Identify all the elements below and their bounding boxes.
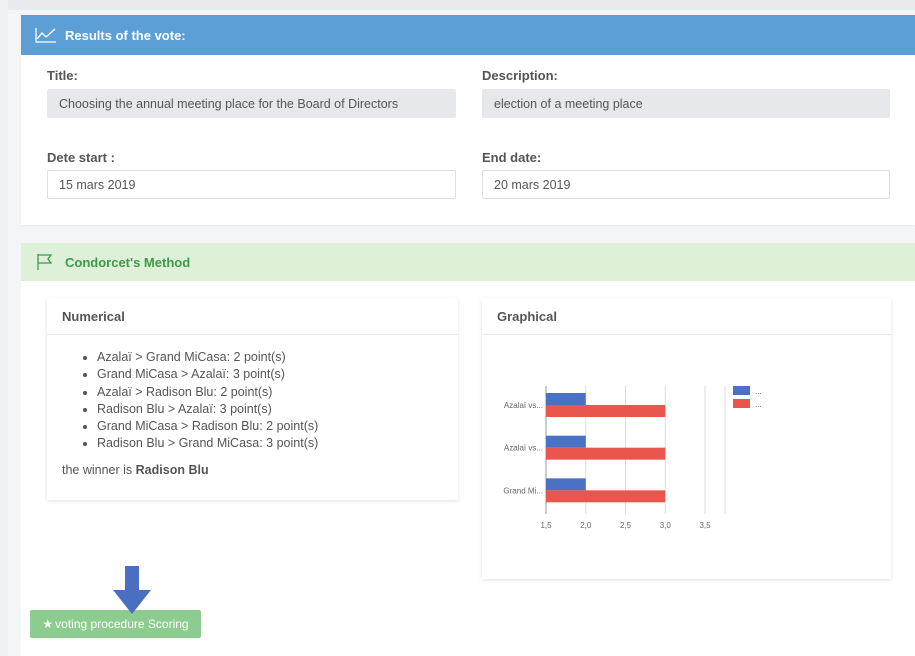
description-label: Description:	[482, 68, 558, 83]
list-item: Azalaï > Grand MiCasa: 2 point(s)	[97, 349, 458, 366]
list-item: Grand MiCasa > Azalaï: 3 point(s)	[97, 366, 458, 383]
title-field: Choosing the annual meeting place for th…	[47, 89, 456, 118]
numerical-title: Numerical	[47, 298, 458, 335]
x-tick-label: 3,5	[699, 521, 711, 530]
title-label: Title:	[47, 68, 78, 83]
category-label: Azalaï vs...	[504, 401, 543, 410]
line-chart-icon	[35, 27, 57, 43]
winner-text: the winner is Radison Blu	[62, 463, 458, 477]
results-panel: Results of the vote: Title: Choosing the…	[21, 15, 915, 225]
arrow-down-icon	[111, 566, 153, 616]
results-title: Results of the vote:	[65, 27, 186, 43]
start-date-label: Dete start :	[47, 150, 115, 165]
top-strip	[8, 0, 915, 10]
scoring-button-label: voting procedure Scoring	[55, 617, 189, 631]
condorcet-title: Condorcet's Method	[65, 254, 191, 270]
end-date-field[interactable]: 20 mars 2019	[482, 170, 890, 199]
list-item: Radison Blu > Grand MiCasa: 3 point(s)	[97, 435, 458, 452]
x-tick-label: 3,0	[660, 521, 672, 530]
winner-name: Radison Blu	[135, 462, 209, 477]
star-icon: ★	[42, 617, 54, 631]
list-item: Azalaï > Radison Blu: 2 point(s)	[97, 384, 458, 401]
bar	[546, 393, 586, 405]
end-date-label: End date:	[482, 150, 542, 165]
list-item: Grand MiCasa > Radison Blu: 2 point(s)	[97, 418, 458, 435]
bar	[546, 490, 666, 503]
page-canvas: Results of the vote: Title: Choosing the…	[8, 0, 915, 656]
bar	[546, 478, 586, 491]
graphical-title: Graphical	[482, 298, 891, 335]
results-header: Results of the vote:	[21, 15, 915, 55]
pairwise-list: Azalaï > Grand MiCasa: 2 point(s) Grand …	[47, 349, 458, 453]
legend-swatch	[733, 399, 750, 408]
flag-icon	[36, 253, 54, 271]
legend-swatch	[733, 386, 750, 395]
category-label: Grand Mi...	[503, 486, 543, 495]
bar	[546, 405, 666, 417]
bar-chart: 1,5 2,0 2,5 3,0 3,5 Azalaï vs... Azalaï vs... G…	[503, 386, 762, 530]
category-label: Azalaï vs...	[504, 444, 543, 453]
legend-label: ...	[755, 387, 762, 396]
bar	[546, 447, 666, 460]
numerical-card: Numerical Azalaï > Grand MiCasa: 2 point…	[47, 298, 458, 500]
condorcet-header: Condorcet's Method	[21, 243, 915, 281]
start-date-field[interactable]: 15 mars 2019	[47, 170, 456, 199]
condorcet-panel: Condorcet's Method Numerical Azalaï > Gr…	[21, 243, 915, 656]
x-tick-label: 2,5	[620, 521, 632, 530]
winner-prefix: the winner is	[62, 462, 136, 477]
x-tick-label: 2,0	[580, 521, 592, 530]
description-field: election of a meeting place	[482, 89, 890, 118]
bar	[546, 435, 586, 448]
list-item: Radison Blu > Azalaï: 3 point(s)	[97, 401, 458, 418]
graphical-card: Graphical 1,5 2,0 2,5 3,0 3,5 Azalaï vs... Aza…	[482, 298, 891, 579]
legend-label: ...	[755, 400, 762, 409]
x-tick-label: 1,5	[540, 521, 552, 530]
